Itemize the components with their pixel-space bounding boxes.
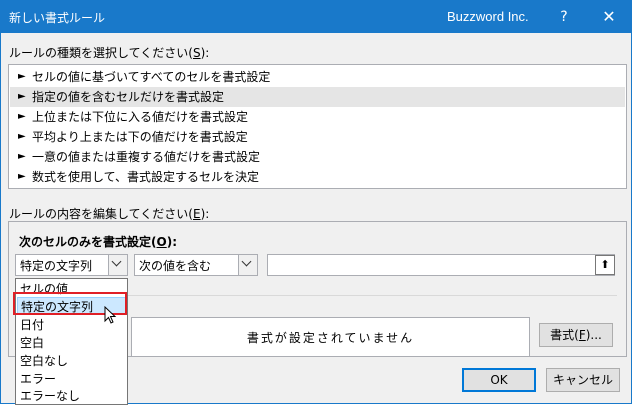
ok-button[interactable]: OK <box>462 368 536 392</box>
rule-type-item-selected[interactable]: ► 指定の値を含むセルだけを書式設定 <box>10 87 625 107</box>
rule-type-item[interactable]: ► 数式を使用して、書式設定するセルを決定 <box>10 167 625 187</box>
rule-type-label: ルールの種類を選択してください(S): <box>9 46 210 60</box>
edit-rule-label: ルールの内容を編集してください(E): <box>9 207 210 221</box>
title-bar: 新しい書式ルール Buzzword Inc. ? ✕ <box>1 1 631 33</box>
window-title: 新しい書式ルール <box>9 11 106 25</box>
triangle-right-icon: ► <box>18 91 26 102</box>
close-icon[interactable]: ✕ <box>597 6 621 28</box>
format-only-cells-header: 次のセルのみを書式設定(O): <box>19 235 177 249</box>
triangle-right-icon: ► <box>18 71 26 82</box>
condition-type-combo[interactable]: 特定の文字列 <box>15 254 128 276</box>
help-icon[interactable]: ? <box>553 6 575 28</box>
new-format-rule-dialog: 新しい書式ルール Buzzword Inc. ? ✕ ルールの種類を選択してくだ… <box>0 0 632 405</box>
dropdown-option[interactable]: エラー <box>17 370 126 388</box>
mouse-pointer-icon <box>104 306 117 324</box>
triangle-right-icon: ► <box>18 171 26 182</box>
triangle-right-icon: ► <box>18 151 26 162</box>
triangle-right-icon: ► <box>18 131 26 142</box>
rule-type-item[interactable]: ► 平均より上または下の値だけを書式設定 <box>10 127 625 147</box>
rule-type-item[interactable]: ► 一意の値または重複する値だけを書式設定 <box>10 147 625 167</box>
value-input[interactable] <box>267 254 615 276</box>
format-button[interactable]: 書式(F)... <box>539 323 613 347</box>
rule-type-list[interactable]: ► セルの値に基づいてすべてのセルを書式設定 ► 指定の値を含むセルだけを書式設定 … <box>8 64 627 189</box>
format-preview: 書式が設定されていません <box>131 317 530 357</box>
dropdown-option[interactable]: 空白 <box>17 334 126 352</box>
chevron-down-icon[interactable] <box>108 255 127 275</box>
cancel-button[interactable]: キャンセル <box>546 368 620 392</box>
collapse-dialog-icon[interactable]: ⬆ <box>595 255 615 275</box>
dropdown-option[interactable]: 空白なし <box>17 352 126 370</box>
rule-type-item[interactable]: ► 上位または下位に入る値だけを書式設定 <box>10 107 625 127</box>
chevron-down-icon[interactable] <box>238 255 257 275</box>
triangle-right-icon: ► <box>18 111 26 122</box>
rule-type-item[interactable]: ► セルの値に基づいてすべてのセルを書式設定 <box>10 67 625 87</box>
brand-label: Buzzword Inc. <box>447 9 529 24</box>
dropdown-option[interactable]: エラーなし <box>17 387 126 405</box>
operator-combo[interactable]: 次の値を含む <box>134 254 258 276</box>
